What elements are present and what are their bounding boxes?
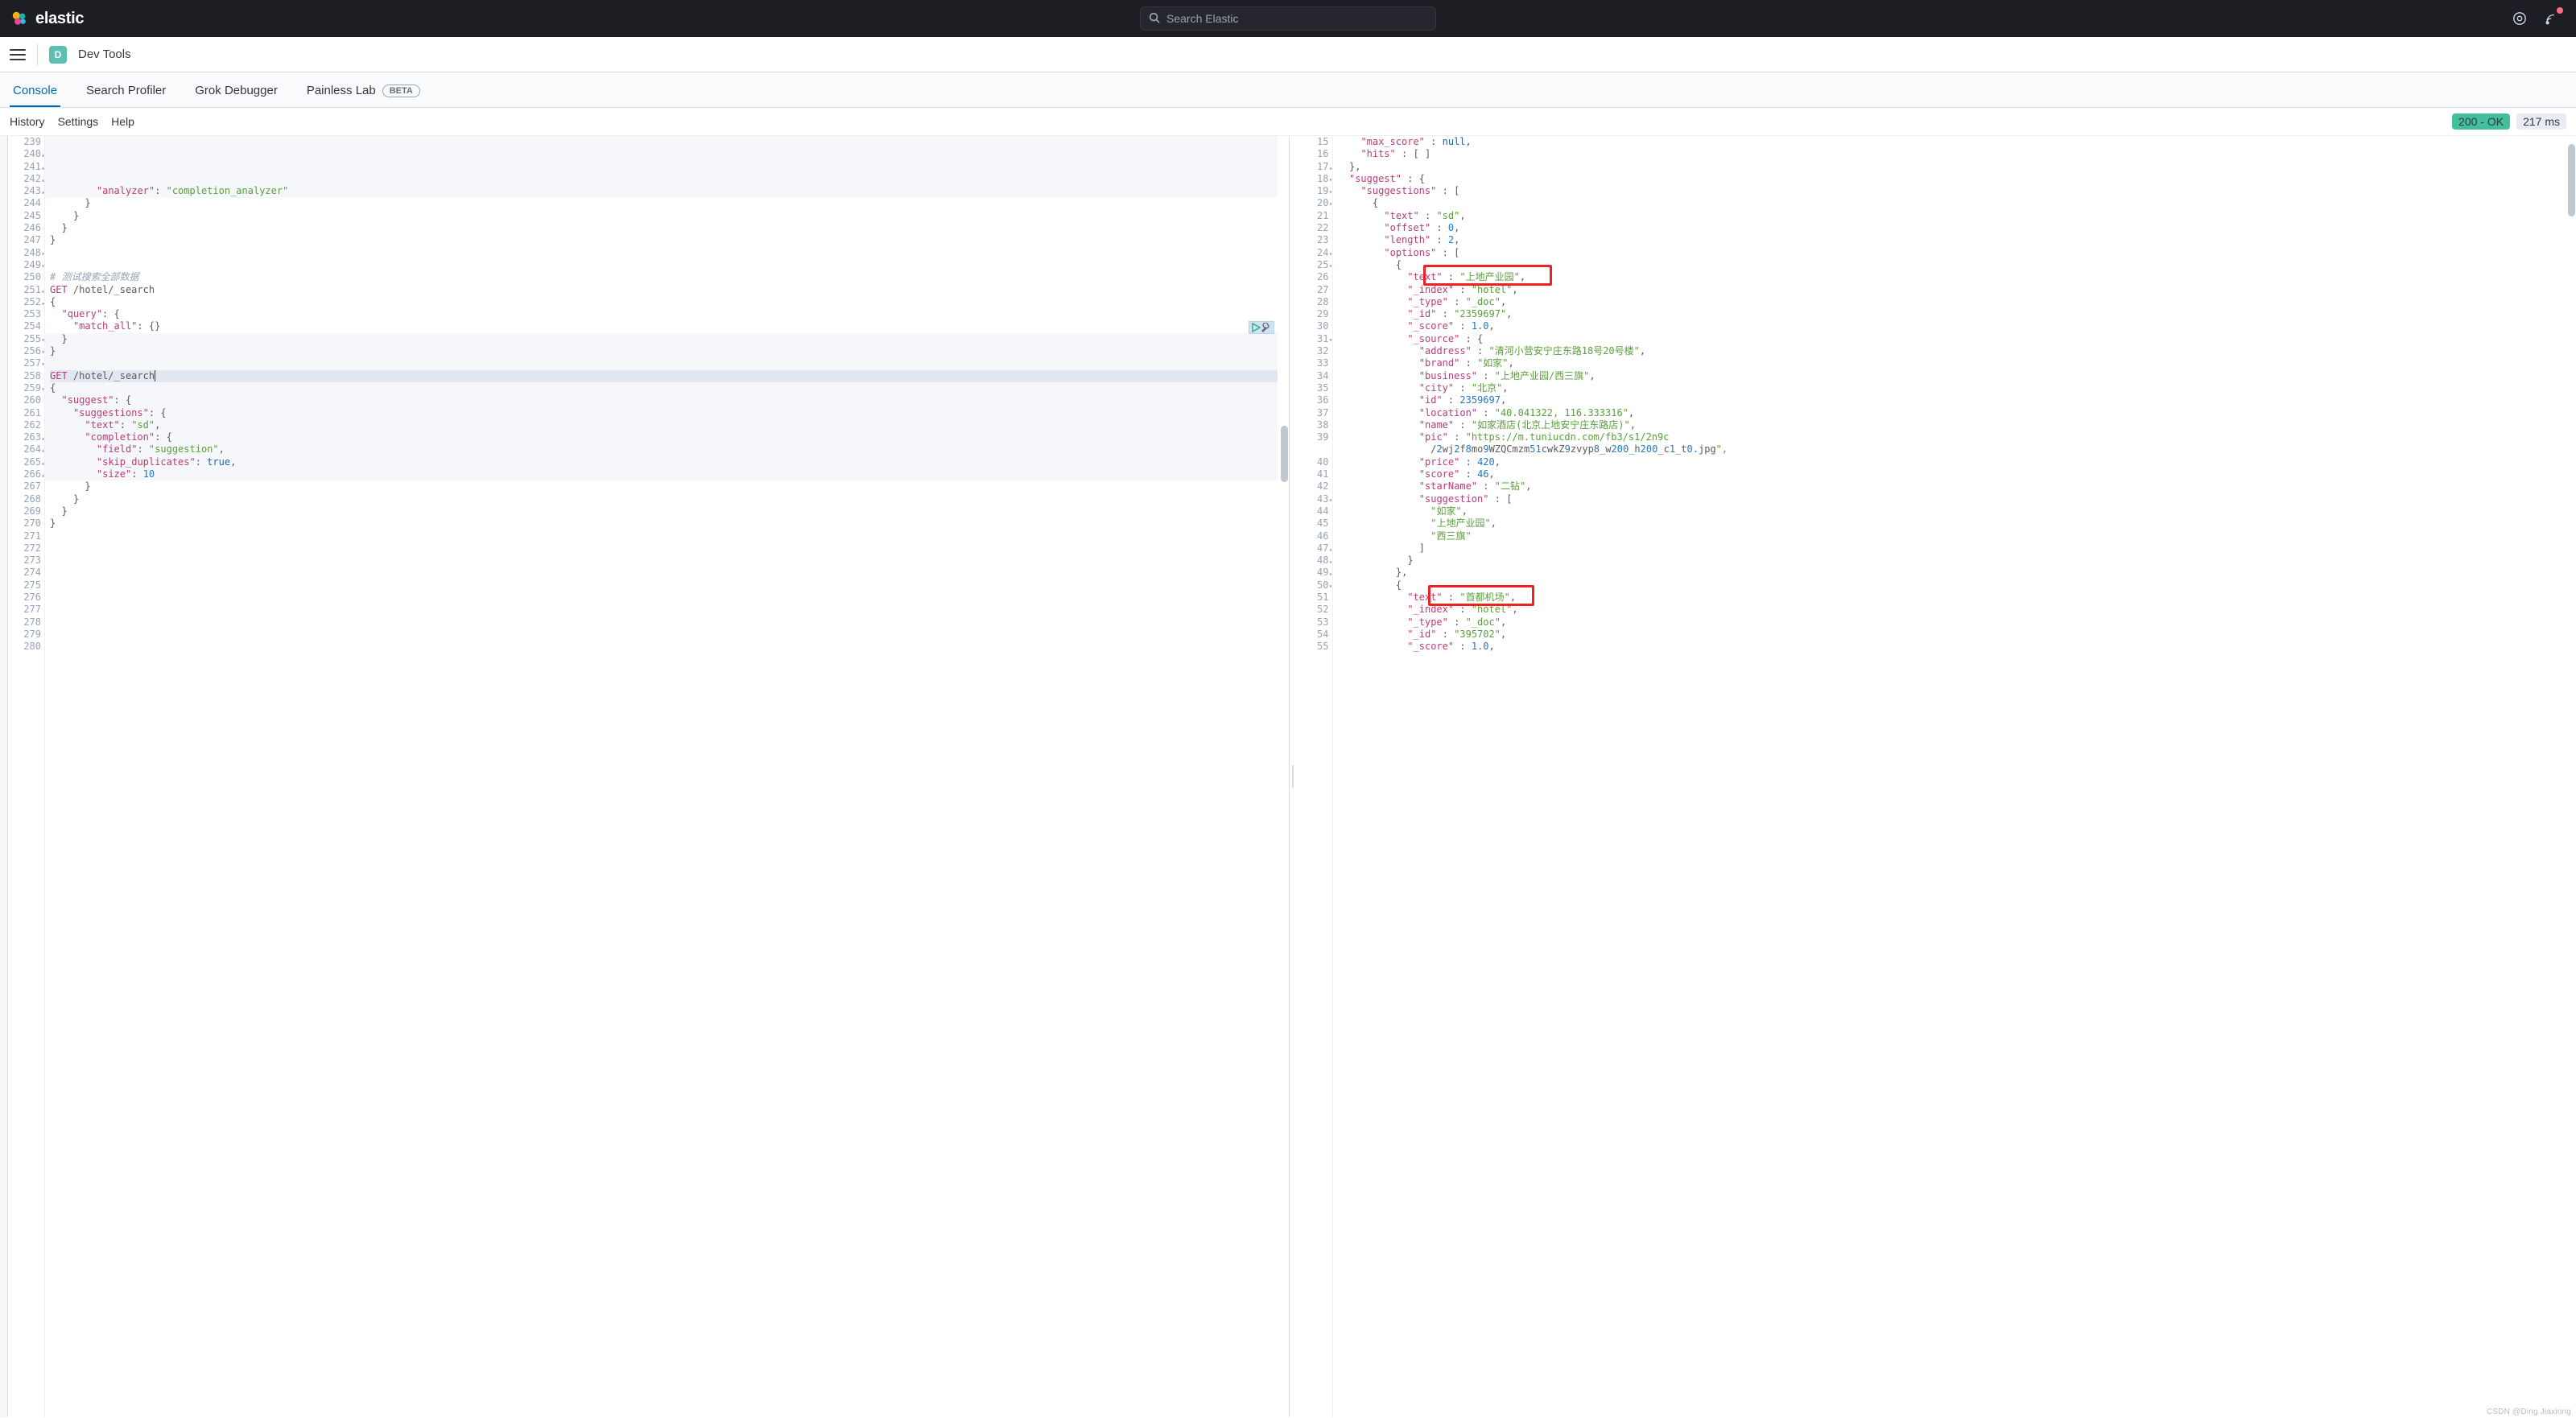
logo-area[interactable]: elastic [10,9,84,28]
tab-search-profiler[interactable]: Search Profiler [83,76,169,107]
tab-painless-label: Painless Lab [307,84,376,97]
time-badge: 217 ms [2516,113,2566,130]
beta-badge: BETA [382,85,420,97]
response-viewer[interactable]: 151617▴18▾19▾20▾21222324▾25▾262728293031… [1296,136,2576,1417]
breadcrumb[interactable]: Dev Tools [78,47,131,61]
tab-console[interactable]: Console [10,76,60,107]
logo-text: elastic [35,10,84,28]
submenu-history[interactable]: History [10,115,45,128]
request-code[interactable]: "analyzer": "completion_analyzer" } } }}… [45,136,1278,1417]
status-badge: 200 - OK [2452,113,2510,130]
nav-bar: D Dev Tools [0,37,2576,72]
run-icon[interactable] [1251,323,1261,332]
help-icon[interactable] [2512,10,2528,27]
scrollbar[interactable] [2565,136,2576,1417]
line-gutter: 239240▴241▴242▴243▴244245246247248▾249▾2… [8,136,45,1417]
tabs-bar: Console Search Profiler Grok Debugger Pa… [0,72,2576,108]
request-actions[interactable] [1249,321,1274,334]
tab-grok-debugger[interactable]: Grok Debugger [192,76,281,107]
response-code[interactable]: "max_score" : null, "hits" : [ ] }, "sug… [1333,136,2566,1417]
app-header: elastic [0,0,2576,37]
console-submenu: History Settings Help 200 - OK 217 ms [0,108,2576,135]
space-avatar[interactable]: D [49,46,67,64]
scrollbar[interactable] [1278,136,1289,1417]
wrench-icon[interactable] [1261,323,1272,332]
editor-area: 239240▴241▴242▴243▴244245246247248▾249▾2… [0,136,2576,1417]
menu-toggle-icon[interactable] [10,47,26,63]
search-icon [1149,12,1160,26]
global-search[interactable] [1140,6,1436,31]
newsfeed-icon[interactable] [2544,10,2560,27]
submenu-help[interactable]: Help [111,115,134,128]
watermark: CSDN @Ding Jiaxiong [2487,1408,2571,1416]
request-editor[interactable]: 239240▴241▴242▴243▴244245246247248▾249▾2… [8,136,1290,1417]
tab-painless-lab[interactable]: Painless Lab BETA [303,76,423,107]
line-gutter: 151617▴18▾19▾20▾21222324▾25▾262728293031… [1296,136,1333,1417]
submenu-settings[interactable]: Settings [58,115,99,128]
notification-dot [2557,7,2563,14]
search-input[interactable] [1166,12,1427,25]
pane-splitter[interactable] [1290,136,1296,1417]
elastic-logo-icon [10,9,29,28]
collapse-gutter[interactable] [0,136,8,1417]
